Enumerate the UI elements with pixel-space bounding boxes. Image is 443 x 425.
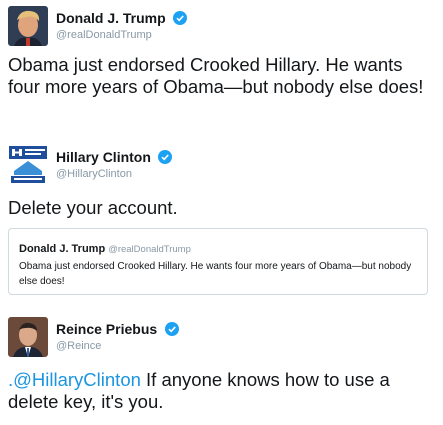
tweet-text: Obama just endorsed Crooked Hillary. He … (8, 54, 424, 97)
display-name[interactable]: Reince Priebus (56, 321, 157, 337)
verified-badge-icon (173, 11, 188, 25)
quoted-display-name: Donald J. Trump (19, 243, 106, 255)
display-name[interactable]: Hillary Clinton (56, 149, 151, 165)
tweet-header: Hillary Clinton @HillaryClinton (8, 145, 428, 189)
verified-badge-icon (158, 150, 173, 164)
tweet-trump: Donald J. Trump @realDonaldTrump Obama j… (0, 6, 443, 156)
tweet-priebus: Reince Priebus @Reince .@HillaryClinton … (0, 317, 443, 425)
tweet-header: Reince Priebus @Reince (8, 317, 428, 361)
user-handle[interactable]: @Reince (56, 340, 101, 352)
mention-link[interactable]: .@HillaryClinton (8, 369, 141, 390)
avatar[interactable] (8, 317, 48, 357)
tweet-text: Delete your account. (8, 197, 178, 218)
user-handle[interactable]: @realDonaldTrump (56, 29, 152, 41)
user-handle[interactable]: @HillaryClinton (56, 168, 132, 180)
quoted-tweet-text: Obama just endorsed Crooked Hillary. He … (19, 261, 412, 287)
display-name[interactable]: Donald J. Trump (56, 10, 166, 26)
quoted-tweet[interactable]: Donald J. Trump @realDonaldTrump Obama ju… (8, 228, 428, 295)
verified-badge-icon (164, 322, 179, 336)
avatar[interactable] (8, 145, 48, 185)
tweet-header: Donald J. Trump @realDonaldTrump (8, 6, 428, 50)
quoted-user-handle: @realDonaldTrump (108, 244, 191, 255)
tweet-text: .@HillaryClinton If anyone knows how to … (8, 369, 428, 413)
avatar[interactable] (8, 6, 48, 46)
